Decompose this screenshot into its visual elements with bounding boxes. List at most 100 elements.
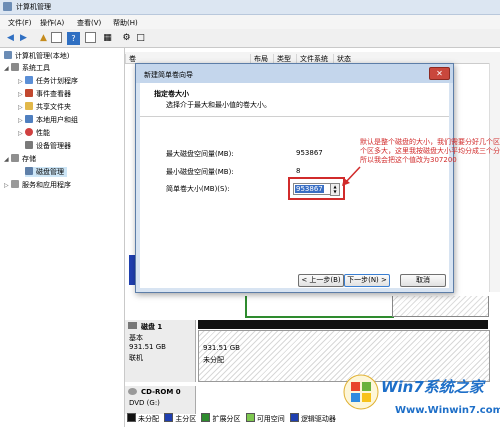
extended-partition-outline	[245, 296, 394, 318]
expand-icon[interactable]: ▷	[18, 103, 25, 113]
legend-label: 扩展分区	[212, 415, 241, 423]
next-button[interactable]: 下一步(N) >	[344, 274, 390, 287]
disk-type: 基本	[129, 334, 143, 342]
legend-item-extended: 扩展分区	[201, 413, 241, 423]
disk-1-header[interactable]: 磁盘 1 基本 931.51 GB 联机	[125, 320, 196, 382]
dialog-title-bar[interactable]: 新建简单卷向导 ✕	[136, 64, 453, 83]
disk-status: 联机	[129, 354, 143, 362]
min-space-label: 最小磁盘空间量(MB):	[166, 168, 234, 176]
computer-icon	[4, 51, 12, 59]
tree-node-system-tools[interactable]: ◢ 系统工具	[4, 63, 50, 74]
column-layout[interactable]: 布局	[250, 54, 274, 63]
legend-swatch	[201, 413, 211, 422]
legend-item-unallocated: 未分配	[127, 413, 159, 423]
tools-icon	[11, 63, 19, 71]
collapse-icon[interactable]: ◢	[4, 64, 11, 74]
column-volume[interactable]: 卷	[125, 54, 249, 63]
shared-folder-icon	[25, 102, 33, 110]
export-list-icon[interactable]: ▦	[101, 32, 114, 45]
back-arrow-icon[interactable]: ◀	[4, 32, 17, 45]
title-bar: 计算机管理	[0, 0, 500, 15]
tree-node-label: 服务和应用程序	[22, 181, 71, 189]
new-simple-volume-wizard: 新建简单卷向导 ✕ 指定卷大小 选择介于最大和最小值的卷大小。 最大磁盘空间量(…	[135, 63, 500, 293]
device-manager-icon	[25, 141, 33, 149]
tree-node-label: 系统工具	[22, 64, 50, 72]
expand-icon[interactable]: ▷	[18, 77, 25, 87]
tree-node-task-scheduler[interactable]: ▷ 任务计划程序	[18, 76, 78, 87]
forward-arrow-icon[interactable]: ▶	[17, 32, 30, 45]
users-icon	[25, 115, 33, 123]
annotation-text: 默认是整个磁盘的大小，我们需要分好几个区，每个区多大，这里我按磁盘大小平均分成三…	[360, 138, 500, 164]
tree-node-device-manager[interactable]: 设备管理器	[25, 141, 71, 151]
column-file-system[interactable]: 文件系统	[296, 54, 335, 63]
vertical-scrollbar[interactable]	[489, 63, 500, 293]
refresh-icon[interactable]: □	[134, 32, 147, 45]
back-button[interactable]: < 上一步(B)	[298, 274, 344, 287]
tree-node-services-apps[interactable]: ▷ 服务和应用程序	[4, 180, 71, 191]
column-type[interactable]: 类型	[273, 54, 297, 63]
help-icon[interactable]: ?	[67, 32, 80, 45]
up-folder-icon[interactable]: ▲	[37, 32, 50, 45]
tree-node-label: 存储	[22, 155, 36, 163]
tree-node-label: 计算机管理(本地)	[15, 52, 70, 60]
watermark-url: Www.Winwin7.com	[395, 405, 500, 416]
legend-label: 逻辑驱动器	[300, 415, 336, 423]
watermark: Win7系统之家 Www.Winwin7.com	[343, 372, 500, 427]
cdrom-name: CD-ROM 0	[141, 388, 181, 396]
disk-name: 磁盘 1	[141, 323, 163, 331]
console-tree-icon[interactable]	[51, 32, 62, 43]
menu-view[interactable]: 查看(V)	[77, 18, 101, 28]
windows-logo-icon	[343, 374, 379, 410]
cdrom-drive: DVD (G:)	[129, 399, 160, 407]
cdrom-header[interactable]: CD-ROM 0 DVD (G:)	[125, 386, 196, 414]
tree-node-root[interactable]: 计算机管理(本地)	[4, 51, 69, 61]
watermark-logo-text: Win7系统之家	[381, 378, 484, 396]
cdrom-icon	[128, 388, 137, 395]
menu-bar: 文件(F) 操作(A) 查看(V) 帮助(H)	[0, 15, 500, 29]
menu-action[interactable]: 操作(A)	[40, 18, 64, 28]
max-space-label: 最大磁盘空间量(MB):	[166, 150, 234, 158]
tree-node-storage[interactable]: ◢ 存储	[4, 154, 36, 165]
expand-icon[interactable]: ▷	[4, 181, 11, 191]
expand-icon[interactable]: ▷	[18, 116, 25, 126]
legend: 未分配 主分区 扩展分区 可用空间 逻辑驱动器	[127, 413, 357, 425]
settings-icon[interactable]: ⚙	[120, 32, 133, 45]
services-icon	[11, 180, 19, 188]
volume-size-label: 简单卷大小(MB)(S):	[166, 185, 230, 193]
collapse-icon[interactable]: ◢	[4, 155, 11, 165]
tree-node-label: 性能	[36, 129, 50, 137]
partition-size: 931.51 GB	[203, 344, 240, 352]
expand-icon[interactable]: ▷	[18, 90, 25, 100]
tree-node-disk-management[interactable]: 磁盘管理	[25, 167, 67, 177]
legend-swatch	[127, 413, 136, 422]
tree-node-label: 任务计划程序	[36, 77, 78, 85]
close-icon[interactable]: ✕	[429, 67, 450, 80]
cancel-button[interactable]: 取消	[400, 274, 446, 287]
menu-help[interactable]: 帮助(H)	[113, 18, 138, 28]
storage-icon	[11, 154, 19, 162]
dialog-title: 新建简单卷向导	[144, 71, 193, 79]
tree-node-label: 磁盘管理	[36, 168, 64, 176]
navigation-tree: 计算机管理(本地) ◢ 系统工具 ▷ 任务计划程序 ▷ 事件查看器 ▷ 共享文件夹 ▷ 本…	[0, 48, 125, 427]
legend-item-free: 可用空间	[245, 413, 285, 423]
legend-swatch	[164, 413, 174, 422]
tree-node-label: 事件查看器	[36, 90, 71, 98]
legend-label: 未分配	[138, 415, 159, 423]
toolbar: ◀ ▶ ▲ ? ▦ ⚙ □	[0, 30, 500, 48]
expand-icon[interactable]: ▷	[18, 129, 25, 139]
computer-management-icon	[3, 2, 12, 11]
legend-label: 主分区	[175, 415, 197, 423]
tree-node-shared-folders[interactable]: ▷ 共享文件夹	[18, 102, 71, 113]
min-space-value: 8	[296, 167, 301, 175]
tree-node-performance[interactable]: ▷ 性能	[18, 128, 50, 139]
dialog-subheading: 选择介于最大和最小值的卷大小。	[166, 101, 271, 109]
tree-node-local-users[interactable]: ▷ 本地用户和组	[18, 115, 78, 126]
menu-file[interactable]: 文件(F)	[8, 18, 32, 28]
dialog-heading: 指定卷大小	[154, 90, 189, 98]
column-status[interactable]: 状态	[333, 54, 417, 63]
annotation-arrow	[342, 166, 361, 186]
properties-icon[interactable]	[85, 32, 96, 43]
tree-node-event-viewer[interactable]: ▷ 事件查看器	[18, 89, 71, 100]
performance-icon	[25, 128, 33, 136]
disk-management-icon	[25, 167, 33, 175]
